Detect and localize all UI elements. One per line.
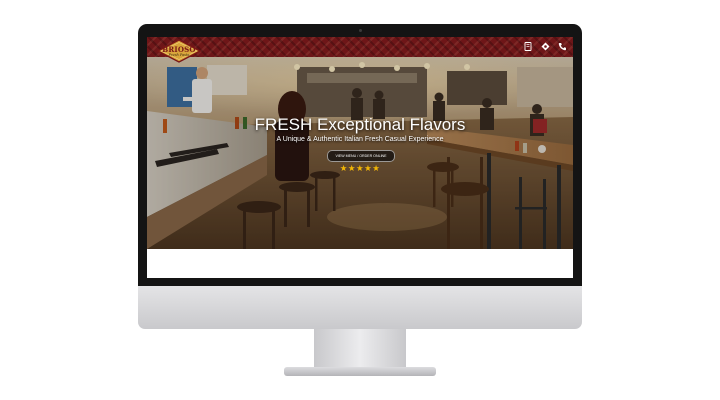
monitor-mockup: BRIOSO Fresh Pasta FRESH Exceptional Fla…: [0, 0, 720, 400]
hero-headline: FRESH Exceptional Flavors: [254, 115, 466, 134]
phone-icon[interactable]: [557, 41, 567, 51]
star-icon: ★: [372, 163, 381, 173]
star-icon: ★: [355, 163, 365, 173]
star-icon: ★: [339, 163, 348, 173]
star-icon: ★: [347, 163, 356, 173]
monitor-chin: [138, 286, 582, 329]
brand-logo[interactable]: BRIOSO Fresh Pasta: [157, 39, 201, 63]
star-rating: ★★★★★: [147, 163, 573, 174]
menu-book-icon[interactable]: [523, 41, 533, 51]
website-screen: BRIOSO Fresh Pasta FRESH Exceptional Fla…: [147, 37, 573, 278]
view-menu-order-online-button[interactable]: VIEW MENU / ORDER ONLINE: [327, 150, 395, 162]
monitor-stand-neck: [314, 329, 406, 369]
webcam: [358, 29, 362, 32]
hero-banner: FRESH Exceptional Flavors A Unique & Aut…: [147, 57, 573, 249]
logo-tagline: Fresh Pasta: [168, 53, 190, 57]
monitor-stand-foot: [284, 367, 436, 376]
site-header-bar: [147, 37, 573, 57]
location-pin-icon[interactable]: [540, 41, 550, 51]
header-icon-group: [523, 41, 567, 51]
star-icon: ★: [364, 163, 373, 173]
content-area-below-hero: [147, 249, 573, 278]
hero-subheadline: A Unique & Authentic Italian Fresh Casua…: [276, 136, 444, 143]
